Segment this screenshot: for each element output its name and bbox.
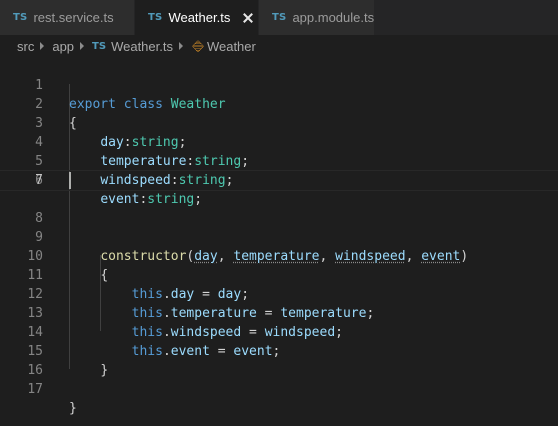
chevron-right-icon bbox=[178, 42, 183, 50]
tab-label: rest.service.ts bbox=[33, 10, 114, 25]
breadcrumb-file-label: Weather.ts bbox=[111, 38, 173, 54]
close-icon[interactable] bbox=[242, 12, 248, 24]
code-line: 5 windspeed:string; bbox=[0, 133, 558, 188]
code-line: 16 bbox=[0, 342, 558, 378]
code-line: 9 constructor(day, temperature, windspee… bbox=[0, 209, 558, 264]
typescript-file-icon: TS bbox=[148, 12, 163, 23]
chevron-right-icon bbox=[40, 42, 45, 50]
code-line: 14 this.event = event; bbox=[0, 304, 558, 359]
code-line: 6 event:string; bbox=[0, 152, 558, 207]
breadcrumb-item-symbol[interactable]: 🔷︎ Weather bbox=[191, 39, 256, 54]
code-line: 10 { bbox=[0, 228, 558, 283]
line-number: 7 bbox=[35, 173, 43, 188]
breadcrumb: src app TS Weather.ts 🔷︎ Weather bbox=[0, 35, 558, 57]
breadcrumb-item-app[interactable]: app bbox=[52, 39, 74, 54]
text-cursor bbox=[69, 172, 71, 189]
code-line: 4 temperature:string; bbox=[0, 114, 558, 169]
code-line: 15 } bbox=[0, 323, 558, 378]
breadcrumb-item-file[interactable]: TS Weather.ts bbox=[92, 39, 173, 54]
code-line: 3 day:string; bbox=[0, 95, 558, 150]
tab-app-module[interactable]: TS app.module.ts bbox=[259, 0, 375, 35]
breadcrumb-item-src[interactable]: src bbox=[17, 39, 34, 54]
code-editor[interactable]: 1 export class Weather 2 { 3 day:string;… bbox=[0, 57, 558, 426]
breadcrumb-symbol-label: Weather bbox=[206, 38, 256, 54]
code-line: 11 this.day = day; bbox=[0, 247, 558, 302]
class-symbol-icon: 🔷︎ bbox=[190, 39, 205, 53]
code-line: 13 this.windspeed = windspeed; bbox=[0, 285, 558, 340]
code-line: 12 this.temperature = temperature; bbox=[0, 266, 558, 321]
code-line: 1 export class Weather bbox=[0, 57, 558, 112]
tab-weather[interactable]: TS Weather.ts bbox=[135, 0, 259, 35]
chevron-right-icon bbox=[80, 42, 85, 50]
tab-label: Weather.ts bbox=[168, 10, 231, 25]
brace-token: } bbox=[69, 401, 77, 416]
tab-bar: TS rest.service.ts TS Weather.ts TS app.… bbox=[0, 0, 558, 35]
current-line: 7 bbox=[0, 170, 558, 191]
tab-rest-service[interactable]: TS rest.service.ts bbox=[0, 0, 135, 35]
code-line: 8 bbox=[0, 190, 558, 226]
line-number: 17 bbox=[27, 382, 43, 397]
typescript-file-icon: TS bbox=[272, 12, 287, 23]
typescript-file-icon: TS bbox=[92, 40, 107, 52]
code-line: 17 } bbox=[0, 361, 558, 416]
code-line: 2 { bbox=[0, 76, 558, 131]
typescript-file-icon: TS bbox=[13, 12, 28, 23]
tab-label: app.module.ts bbox=[292, 10, 375, 25]
